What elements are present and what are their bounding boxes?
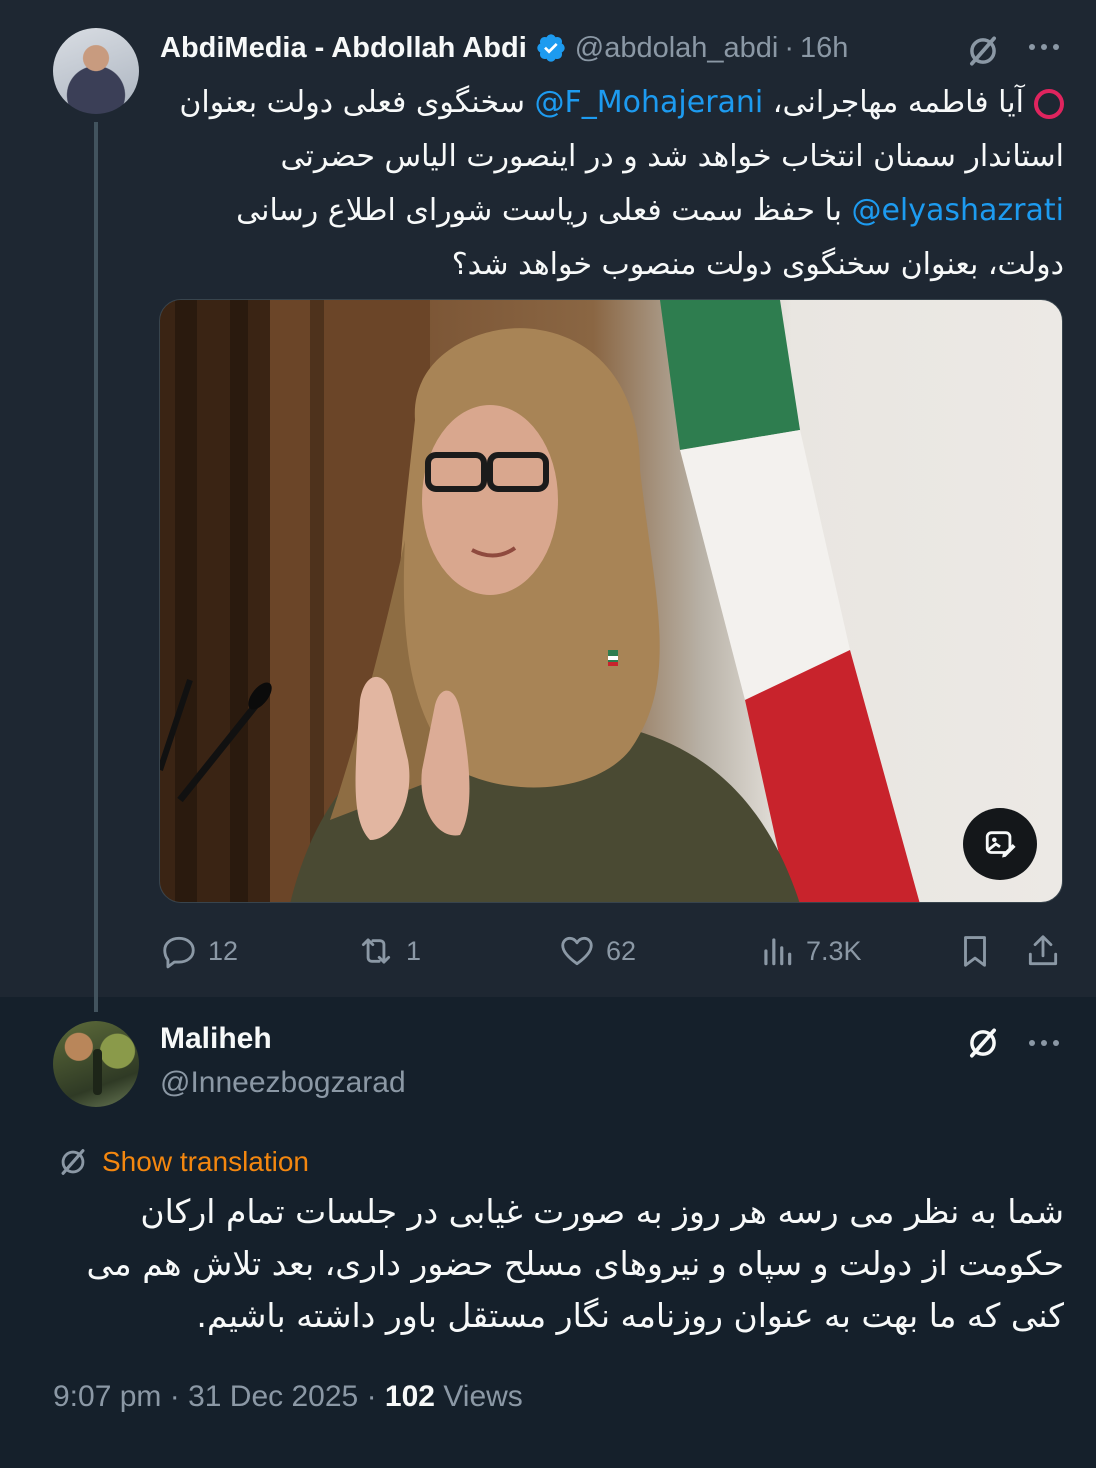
reply-count: 12: [208, 935, 239, 966]
author-avatar[interactable]: [53, 28, 139, 114]
mention-link[interactable]: @elyashazrati: [851, 193, 1064, 228]
repost-count: 1: [406, 935, 422, 966]
verified-badge-icon[interactable]: [535, 32, 567, 64]
reply-author-avatar[interactable]: [53, 1021, 139, 1107]
reply-date[interactable]: 31 Dec 2025: [188, 1380, 358, 1413]
more-icon[interactable]: [1022, 32, 1066, 62]
author-name[interactable]: AbdiMedia - Abdollah Abdi: [160, 32, 527, 65]
reply-author-handle[interactable]: @Inneezbogzarad: [160, 1066, 406, 1100]
thread-page: AbdiMedia - Abdollah Abdi @abdolah_abdi …: [0, 0, 1096, 1468]
share-button[interactable]: [1024, 920, 1072, 982]
show-translation-label[interactable]: Show translation: [102, 1146, 309, 1178]
alt-text-icon: [985, 831, 1016, 858]
separator-dot: ·: [366, 1380, 377, 1413]
tweet-text-part1: آیا فاطمه مهاجرانی،: [763, 85, 1024, 120]
repost-button[interactable]: 1: [356, 920, 421, 982]
tweet-text: آیا فاطمه مهاجرانی، @F_Mohajerani سخنگوی…: [160, 76, 1064, 292]
thread-connector-line: [94, 122, 98, 1012]
tweet-actions-bar: 12 1 62 7.3K: [160, 920, 1064, 982]
views-button[interactable]: 7.3K: [758, 920, 862, 982]
parent-tweet[interactable]: AbdiMedia - Abdollah Abdi @abdolah_abdi …: [0, 0, 1096, 1012]
more-icon[interactable]: [1022, 1028, 1066, 1058]
reply-icon: [163, 936, 195, 969]
views-icon: [764, 938, 792, 966]
show-translation-link[interactable]: Show translation: [56, 1142, 309, 1182]
repost-icon: [361, 938, 391, 964]
grok-icon[interactable]: [964, 1024, 1002, 1062]
like-icon: [561, 936, 593, 966]
views-count: 7.3K: [806, 935, 862, 966]
reply-button[interactable]: 12: [160, 920, 238, 982]
reply-time[interactable]: 9:07 pm: [53, 1380, 161, 1413]
reply-views-label: Views: [443, 1380, 523, 1413]
like-button[interactable]: 62: [558, 920, 636, 982]
tweet-header: AbdiMedia - Abdollah Abdi @abdolah_abdi …: [160, 28, 848, 68]
author-handle[interactable]: @abdolah_abdi: [575, 32, 779, 65]
share-icon: [1028, 935, 1058, 966]
grok-icon[interactable]: [964, 32, 1002, 70]
like-count: 62: [606, 935, 637, 966]
separator-dot: ·: [169, 1380, 180, 1413]
separator-dot: ·: [784, 31, 795, 64]
alt-text-button[interactable]: [963, 808, 1037, 880]
translate-icon: [61, 1149, 85, 1175]
photo-illustration: [160, 300, 920, 902]
reply-text: شما به نظر می رسه هر روز به صورت غیابی د…: [86, 1192, 1064, 1335]
red-circle-icon: [1034, 88, 1064, 119]
bookmark-icon: [964, 936, 986, 967]
bookmark-button[interactable]: [956, 920, 1004, 982]
mention-link[interactable]: @F_Mohajerani: [535, 85, 764, 120]
reply-views-count: 102: [384, 1380, 435, 1413]
reply-metadata: 9:07 pm · 31 Dec 2025 · 102 Views: [53, 1380, 523, 1414]
reply-author-name[interactable]: Maliheh: [160, 1022, 272, 1056]
tweet-time[interactable]: 16h: [800, 32, 848, 65]
tweet-photo[interactable]: [159, 299, 1063, 903]
